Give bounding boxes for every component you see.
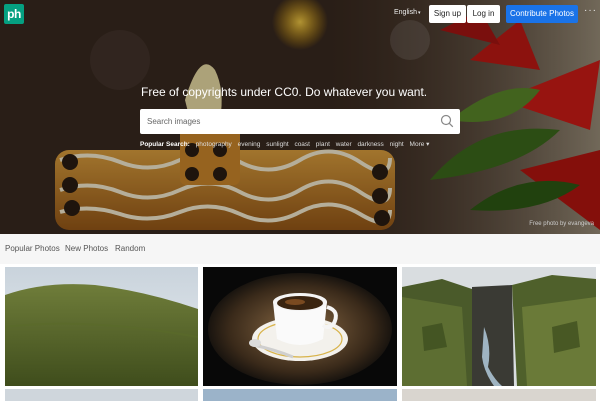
coffee-photo-image bbox=[203, 267, 397, 386]
photo-tile-sky[interactable] bbox=[203, 389, 397, 401]
tab-new-photos[interactable]: New Photos bbox=[65, 244, 108, 253]
hero-banner: ph English▾ Sign up Log in Contribute Ph… bbox=[0, 0, 600, 234]
photo-tile-canyon[interactable] bbox=[402, 267, 596, 386]
canyon-photo-image bbox=[402, 267, 596, 386]
popular-more-label: More bbox=[409, 141, 425, 148]
popular-term-link[interactable]: coast bbox=[294, 141, 310, 148]
contribute-photos-button[interactable]: Contribute Photos bbox=[506, 5, 578, 23]
photo-grid bbox=[0, 264, 600, 401]
popular-term-link[interactable]: water bbox=[336, 141, 352, 148]
popular-search-label: Popular Search: bbox=[140, 141, 190, 148]
signup-button[interactable]: Sign up bbox=[429, 5, 466, 23]
photo-filter-nav: Popular Photos New Photos Random bbox=[0, 234, 600, 264]
chevron-down-icon: ▾ bbox=[426, 141, 430, 148]
hero-tagline: Free of copyrights under CC0. Do whateve… bbox=[141, 85, 428, 99]
photo-credit[interactable]: Free photo by evangeva bbox=[529, 221, 594, 227]
popular-term-link[interactable]: plant bbox=[316, 141, 330, 148]
popular-more-link[interactable]: More ▾ bbox=[410, 141, 430, 148]
search-icon[interactable] bbox=[440, 114, 454, 128]
photo-tile-roof[interactable] bbox=[5, 389, 198, 401]
search-bar bbox=[140, 109, 460, 134]
search-input[interactable] bbox=[140, 109, 430, 134]
language-selector[interactable]: English▾ bbox=[394, 9, 420, 16]
hill-photo-image bbox=[5, 267, 198, 386]
login-button[interactable]: Log in bbox=[467, 5, 500, 23]
tab-popular-photos[interactable]: Popular Photos bbox=[5, 244, 60, 253]
tab-random[interactable]: Random bbox=[115, 244, 145, 253]
popular-term-link[interactable]: evening bbox=[238, 141, 261, 148]
photo-tile-coffee[interactable] bbox=[203, 267, 397, 386]
language-label: English bbox=[394, 9, 417, 16]
popular-term-link[interactable]: sunlight bbox=[266, 141, 288, 148]
photo-tile-light[interactable] bbox=[402, 389, 596, 401]
popular-term-link[interactable]: darkness bbox=[357, 141, 383, 148]
popular-searches: Popular Search: photography evening sunl… bbox=[140, 140, 429, 148]
chevron-down-icon: ▾ bbox=[417, 10, 421, 16]
popular-term-link[interactable]: night bbox=[390, 141, 404, 148]
site-logo[interactable]: ph bbox=[4, 4, 24, 24]
photo-tile-hill[interactable] bbox=[5, 267, 198, 386]
popular-term-link[interactable]: photography bbox=[196, 141, 232, 148]
more-menu-icon[interactable]: ··· bbox=[584, 5, 597, 16]
